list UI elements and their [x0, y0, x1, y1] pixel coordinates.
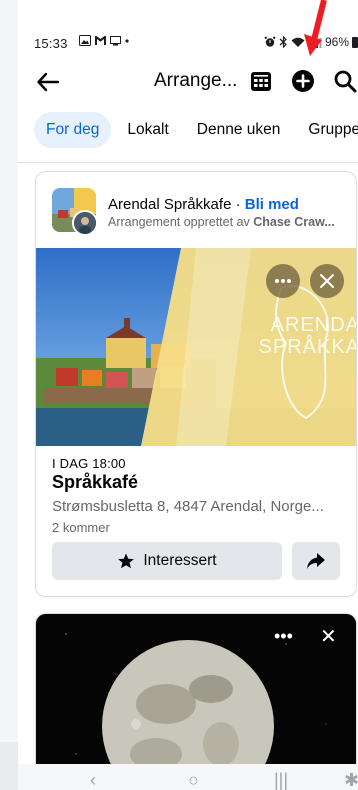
separator: · — [231, 196, 245, 213]
page-name-line: Arendal Språkkafe · Bli med — [108, 196, 299, 213]
background-left-strip — [0, 0, 18, 790]
close-icon[interactable]: ✕ — [320, 624, 337, 649]
page-name[interactable]: Arendal Språkkafe — [108, 196, 231, 213]
phone-screen: 15:33 96% Arrange... For deg Lokalt Denn… — [18, 22, 358, 790]
plus-circle-icon[interactable] — [290, 68, 316, 94]
app-header: Arrange... — [18, 62, 358, 102]
close-icon — [320, 274, 334, 288]
system-nav-bar: ‹ ○ ||| ✱ — [18, 764, 358, 790]
tab-lokalt[interactable]: Lokalt — [115, 112, 180, 148]
share-arrow-icon — [307, 553, 325, 569]
screen-notification-icon — [110, 35, 121, 45]
event-cover-image[interactable]: ARENDA SPRÅKKA — [36, 248, 356, 446]
gmail-icon — [95, 36, 106, 45]
share-button[interactable] — [292, 542, 340, 580]
image-notification-icon — [79, 35, 91, 46]
created-by-prefix: Arrangement opprettet av — [108, 215, 250, 229]
image-text-line-2: SPRÅKKA — [258, 336, 356, 358]
event-card[interactable]: Arendal Språkkafe · Bli med Arrangement … — [36, 172, 356, 596]
more-options-button[interactable] — [266, 264, 300, 298]
creator-avatar[interactable] — [72, 210, 98, 236]
creator-name[interactable]: Chase Craw... — [253, 215, 335, 229]
divider — [18, 162, 358, 163]
interested-label: Interessert — [143, 552, 217, 569]
attendee-count: 2 kommer — [52, 520, 110, 535]
event-address: Strømsbusletta 8, 4847 Arendal, Norge... — [52, 498, 324, 515]
home-nav-icon[interactable]: ○ — [188, 770, 199, 790]
star-icon — [118, 553, 135, 569]
more-icon[interactable]: ••• — [274, 626, 293, 647]
hide-event-button[interactable] — [310, 264, 344, 298]
alarm-icon — [264, 36, 276, 47]
search-icon[interactable] — [332, 68, 358, 94]
event-date: I DAG 18:00 — [52, 456, 126, 471]
created-by-line: Arrangement opprettet av Chase Craw... — [108, 215, 335, 229]
tab-for-deg[interactable]: For deg — [34, 112, 112, 148]
category-tabs: For deg Lokalt Denne uken Grupper — [18, 112, 358, 152]
bluetooth-icon — [279, 36, 287, 48]
interested-button[interactable]: Interessert — [52, 542, 282, 580]
back-arrow-icon[interactable] — [34, 68, 62, 96]
page-title: Arrange... — [154, 70, 238, 91]
more-icon — [275, 279, 291, 283]
tab-denne-uken[interactable]: Denne uken — [185, 112, 293, 148]
join-link[interactable]: Bli med — [245, 196, 299, 213]
annotation-arrow-icon — [304, 0, 327, 56]
notification-icons — [79, 35, 130, 46]
back-nav-icon[interactable]: ‹ — [90, 770, 96, 790]
image-text-line-1: ARENDA — [270, 314, 356, 336]
event-card-header: Arendal Språkkafe · Bli med Arrangement … — [36, 172, 356, 248]
event-title[interactable]: Språkkafé — [52, 472, 138, 493]
accessibility-nav-icon[interactable]: ✱ — [344, 770, 358, 790]
battery-icon — [352, 37, 358, 48]
dot-icon — [125, 38, 129, 43]
recents-nav-icon[interactable]: ||| — [274, 770, 288, 790]
status-time: 15:33 — [34, 36, 68, 51]
calendar-icon[interactable] — [248, 68, 274, 94]
tab-grupper[interactable]: Grupper — [296, 112, 358, 148]
background-bottom-strip — [0, 742, 18, 790]
